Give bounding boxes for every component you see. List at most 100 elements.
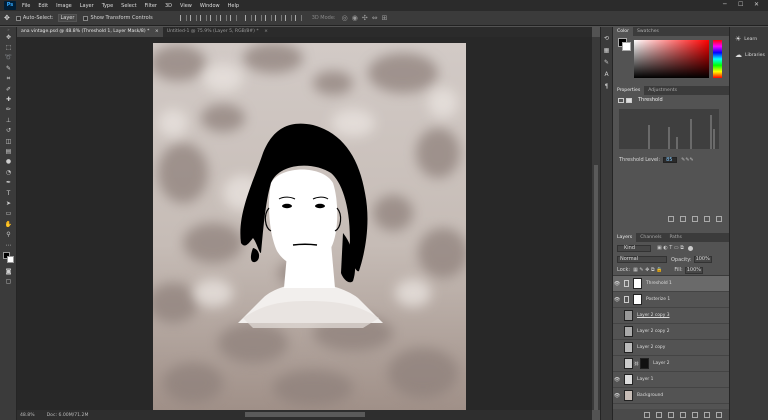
lasso-tool-icon[interactable]: ➰ (0, 53, 17, 63)
align-bottom-icon[interactable] (199, 15, 207, 21)
fill-input[interactable]: 100% (684, 266, 703, 274)
filter-toggle[interactable] (687, 245, 693, 251)
libraries-panel-button[interactable]: ☁ Libraries (730, 47, 768, 63)
menu-view[interactable]: View (180, 3, 192, 9)
menu-edit[interactable]: Edit (38, 3, 48, 9)
transform-controls-checkbox[interactable] (83, 15, 89, 21)
move-tool-icon[interactable]: ✥ (4, 14, 10, 22)
color-swatches[interactable] (0, 250, 17, 266)
link-icon[interactable]: ⛓ (634, 361, 639, 366)
crop-tool-icon[interactable]: ⌗ (0, 74, 17, 84)
horizontal-scrollbar[interactable] (245, 412, 365, 417)
marquee-tool-icon[interactable]: ⬚ (0, 42, 17, 52)
opacity-input[interactable]: 100% (693, 256, 712, 263)
layer-mask-thumbnail[interactable] (633, 278, 642, 289)
delete-layer-icon[interactable] (716, 411, 722, 418)
add-mask-icon[interactable] (668, 411, 674, 418)
move-tool-icon[interactable]: ✥ (0, 32, 17, 42)
quick-mask-icon[interactable]: ◙ (0, 266, 17, 276)
lock-icons[interactable]: ▦ ✎ ✥ ⧉ 🔒 (633, 267, 662, 273)
history-brush-tool-icon[interactable]: ↺ (0, 126, 17, 136)
visibility-eye-icon[interactable]: 👁 (613, 393, 621, 399)
menu-layer[interactable]: Layer (80, 3, 94, 9)
tab-properties[interactable]: Properties (613, 86, 645, 95)
3d-scale-icon[interactable]: ⊞ (382, 14, 388, 22)
tab-adjustments[interactable]: Adjustments (644, 86, 681, 95)
paragraph-panel-icon[interactable]: ¶ (601, 79, 612, 91)
3d-roll-icon[interactable]: ◉ (352, 14, 358, 22)
view-previous-icon[interactable] (680, 216, 686, 222)
align-top-icon[interactable] (179, 15, 187, 21)
menu-3d[interactable]: 3D (165, 3, 172, 9)
menu-image[interactable]: Image (56, 3, 72, 9)
align-middle-icon[interactable] (189, 15, 197, 21)
layer-layer-2-copy[interactable]: Layer 2 copy (613, 340, 729, 356)
tab-untitled-1[interactable]: Untitled-1 @ 75.9% (Layer 5, RGB/8#) * × (163, 27, 272, 37)
tab-channels[interactable]: Channels (636, 233, 665, 242)
healing-brush-tool-icon[interactable]: ✚ (0, 94, 17, 104)
screen-mode-icon[interactable]: ▢ (0, 277, 17, 287)
visibility-icon[interactable] (704, 216, 710, 222)
tab-swatches[interactable]: Swatches (633, 27, 663, 36)
close-button[interactable]: ✕ (754, 1, 759, 8)
visibility-eye-icon[interactable]: 👁 (613, 281, 621, 287)
eraser-tool-icon[interactable]: ◫ (0, 136, 17, 146)
more-tools-icon[interactable]: ⋯ (0, 240, 17, 250)
maximize-button[interactable]: ☐ (738, 1, 743, 8)
filter-type-icons[interactable]: ▣ ◐ T ▭ ⧉ (657, 245, 684, 251)
dodge-tool-icon[interactable]: ◔ (0, 167, 17, 177)
distribute-bottom-icon[interactable] (264, 15, 272, 21)
properties-panel-icon[interactable]: ▦ (601, 43, 612, 55)
layer-layer-2[interactable]: ⛓ Layer 2 (613, 356, 729, 372)
distribute-right-icon[interactable] (294, 15, 302, 21)
menu-type[interactable]: Type (102, 3, 113, 9)
align-right-icon[interactable] (229, 15, 237, 21)
eyedropper-icon[interactable]: ✎✎✎ (681, 157, 694, 163)
3d-drag-icon[interactable]: ✣ (362, 14, 368, 22)
visibility-eye-icon[interactable]: 👁 (613, 377, 621, 383)
menu-window[interactable]: Window (200, 3, 220, 9)
tab-ana-vintage[interactable]: ana vintage.psd @ 48.8% (Threshold 1, La… (17, 27, 163, 37)
eyedropper-tool-icon[interactable]: ✐ (0, 84, 17, 94)
link-layers-icon[interactable] (644, 411, 650, 418)
tab-color[interactable]: Color (613, 27, 633, 36)
learn-panel-button[interactable]: ☀ Learn (730, 31, 768, 47)
layer-mask-thumbnail[interactable] (633, 294, 642, 305)
tab-paths[interactable]: Paths (665, 233, 686, 242)
fx-icon[interactable] (656, 411, 662, 418)
brush-tool-icon[interactable]: ✏ (0, 105, 17, 115)
align-left-icon[interactable] (209, 15, 217, 21)
layer-kind-filter[interactable]: Kind (617, 244, 651, 252)
blur-tool-icon[interactable]: ● (0, 157, 17, 167)
character-panel-icon[interactable]: A (601, 67, 612, 79)
history-panel-icon[interactable]: ⟲ (601, 31, 612, 43)
layer-threshold-1[interactable]: 👁 Threshold 1 (613, 276, 729, 292)
document-canvas[interactable] (153, 43, 466, 410)
layer-layer-2-copy-2[interactable]: Layer 2 copy 2 (613, 324, 729, 340)
pen-tool-icon[interactable]: ✒ (0, 177, 17, 187)
reset-icon[interactable] (692, 216, 698, 222)
menu-select[interactable]: Select (121, 3, 136, 9)
zoom-level[interactable]: 48.8% (20, 413, 35, 418)
color-field[interactable] (634, 40, 709, 78)
type-tool-icon[interactable]: T (0, 188, 17, 198)
path-select-tool-icon[interactable]: ➤ (0, 198, 17, 208)
auto-select-checkbox[interactable] (15, 15, 21, 21)
hand-tool-icon[interactable]: ✋ (0, 219, 17, 229)
distribute-center-icon[interactable] (284, 15, 292, 21)
3d-slide-icon[interactable]: ⇔ (372, 14, 378, 22)
menu-filter[interactable]: Filter (145, 3, 157, 9)
vertical-scrollbar[interactable] (594, 165, 598, 410)
mask-icon[interactable] (626, 97, 632, 103)
menu-file[interactable]: File (22, 3, 30, 9)
clip-to-layer-icon[interactable] (668, 216, 674, 222)
blend-mode-dropdown[interactable]: Normal (617, 256, 667, 263)
delete-adjustment-icon[interactable] (716, 216, 722, 222)
background-color[interactable] (622, 42, 631, 51)
quick-select-tool-icon[interactable]: ✎ (0, 63, 17, 73)
menu-help[interactable]: Help (228, 3, 239, 9)
layer-background[interactable]: 👁 Background (613, 388, 729, 404)
distribute-middle-icon[interactable] (254, 15, 262, 21)
align-center-icon[interactable] (219, 15, 227, 21)
close-tab-icon[interactable]: × (155, 29, 159, 34)
